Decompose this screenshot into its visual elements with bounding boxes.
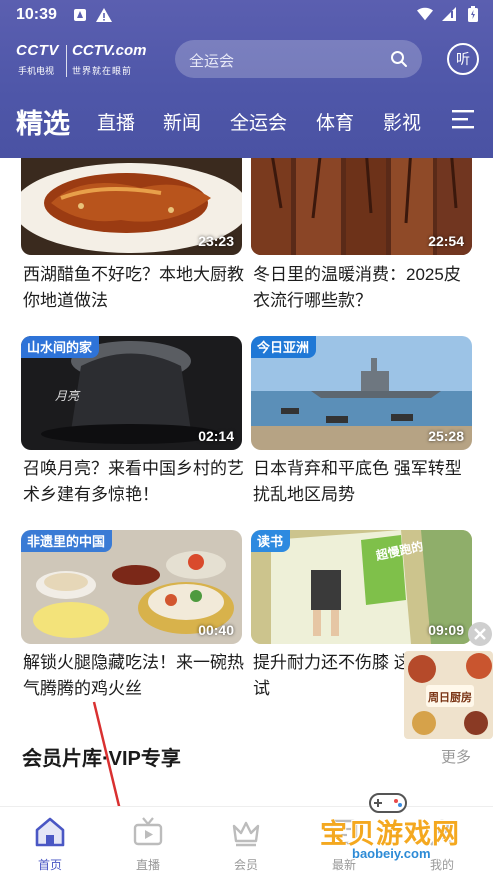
video-card[interactable]: 非遗里的中国 00:40 解锁火腿隐藏吃法！来一碗热气腾腾的鸡火丝 (21, 530, 244, 706)
video-card[interactable]: 22:54 冬日里的温暖消费：2025皮衣流行哪些款？ (251, 158, 472, 318)
tab-sports[interactable]: 体育 (316, 108, 354, 135)
signal-icon (441, 6, 457, 22)
crown-icon (232, 821, 260, 847)
floating-ad-image: 周日厨房 (404, 651, 493, 739)
video-duration: 23:23 (198, 233, 234, 249)
tab-national-games[interactable]: 全运会 (230, 108, 287, 135)
video-thumbnail: 非遗里的中国 00:40 (21, 530, 242, 644)
listen-label: 听 (456, 52, 470, 68)
video-card[interactable]: 23:23 西湖醋鱼不好吃？本地大厨教你地道做法 (21, 158, 244, 318)
tv-icon (133, 817, 163, 846)
warning-icon (96, 7, 112, 23)
search-placeholder: 全运会 (189, 53, 235, 70)
category-tabs: 精选 直播 新闻 全运会 体育 影视 (0, 96, 493, 146)
status-system-icons (417, 6, 481, 22)
cctv-logo: CCTV 手机电视 CCTV.com 世界就在眼前 (14, 42, 154, 80)
tab-featured[interactable]: 精选 (16, 102, 70, 141)
brand-subtitle-right: 世界就在眼前 (72, 66, 133, 76)
video-card[interactable]: 今日亚洲 25:28 日本背弃和平底色 强军转型扰乱地区局势 (251, 336, 472, 512)
home-icon (35, 817, 65, 847)
video-thumbnail: 月亮 山水间的家 02:14 (21, 336, 242, 450)
video-card[interactable]: 月亮 山水间的家 02:14 召唤月亮？来看中国乡村的艺术乡建有多惊艳！ (21, 336, 244, 512)
menu-icon[interactable] (452, 108, 476, 130)
video-thumbnail: 超慢跑的 读书 09:09 (251, 530, 472, 644)
brand-cctv-com-text: CCTV.com (72, 42, 147, 59)
nav-home-label: 首页 (37, 858, 62, 872)
close-icon (474, 628, 486, 640)
wifi-icon (417, 6, 433, 22)
battery-icon (465, 6, 481, 22)
brand-cctv-text: CCTV (16, 42, 59, 59)
nav-live-label: 直播 (135, 858, 160, 872)
program-tag: 非遗里的中国 (21, 530, 113, 552)
app-notification-icon (72, 7, 88, 23)
thumbnail-overlay-text: 月亮 (55, 389, 81, 403)
floating-ad-text: 周日厨房 (428, 690, 472, 704)
video-thumbnail: 22:54 (251, 158, 472, 255)
status-bar: 10:39 (0, 0, 493, 30)
tab-live[interactable]: 直播 (97, 108, 135, 135)
video-title: 日本背弃和平底色 强军转型扰乱地区局势 (253, 459, 462, 504)
video-title: 解锁火腿隐藏吃法！来一碗热气腾腾的鸡火丝 (23, 653, 244, 698)
video-thumbnail: 今日亚洲 25:28 (251, 336, 472, 450)
brand-subtitle-left: 手机电视 (18, 66, 55, 76)
float-ad-close-button[interactable] (468, 622, 492, 646)
brand-divider (66, 45, 67, 77)
watermark-url: baobeiy.com (352, 846, 431, 861)
nav-vip-label: 会员 (233, 858, 258, 872)
status-notification-icons (72, 7, 112, 23)
site-watermark: 宝贝游戏网 baobeiy.com (316, 793, 491, 878)
program-tag: 今日亚洲 (251, 336, 317, 358)
floating-ad[interactable]: 周日厨房 (404, 651, 493, 739)
search-icon (391, 51, 407, 67)
listen-button[interactable]: 听 (446, 42, 480, 76)
app-header: 10:39 CCTV 手机电视 CCTV.com 世界就在眼前 全运会 听 精选… (0, 0, 493, 158)
nav-home[interactable]: 首页 (20, 815, 80, 877)
search-bar[interactable]: 全运会 (175, 40, 422, 78)
video-duration: 09:09 (428, 622, 464, 638)
tab-film-tv[interactable]: 影视 (383, 108, 421, 135)
video-duration: 22:54 (428, 233, 464, 249)
video-title: 召唤月亮？来看中国乡村的艺术乡建有多惊艳！ (23, 459, 244, 504)
program-tag: 读书 (251, 530, 291, 552)
video-duration: 02:14 (198, 428, 234, 444)
video-title: 西湖醋鱼不好吃？本地大厨教你地道做法 (23, 265, 244, 310)
nav-live[interactable]: 直播 (118, 815, 178, 877)
program-tag: 山水间的家 (21, 336, 100, 358)
listen-icon: 听 (447, 43, 479, 75)
video-thumbnail: 23:23 (21, 158, 242, 255)
video-title: 冬日里的温暖消费：2025皮衣流行哪些款？ (253, 265, 461, 310)
tab-news[interactable]: 新闻 (163, 108, 201, 135)
nav-vip[interactable]: 会员 (216, 815, 276, 877)
status-time: 10:39 (16, 6, 57, 23)
video-duration: 25:28 (428, 428, 464, 444)
video-duration: 00:40 (198, 622, 234, 638)
vip-more-link[interactable]: 更多 (441, 746, 471, 767)
